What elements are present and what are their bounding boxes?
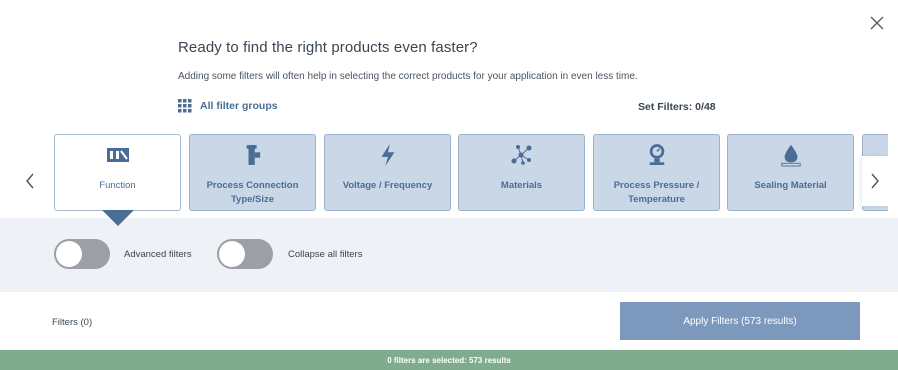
filters-count: Filters (0) [52,317,93,328]
tile-label: Voltage / Frequency [342,180,433,191]
advanced-filters-toggle[interactable] [54,239,110,269]
process-connection-icon [246,145,260,165]
chevron-left-icon [26,173,34,189]
tile-label: Function [99,180,136,191]
pressure-gauge-icon [649,144,664,165]
collapse-filters-toggle[interactable] [217,239,273,269]
carousel-next-button[interactable] [862,156,888,206]
filter-group-carousel: Function Process Connection Type/Size Vo… [54,134,888,212]
carousel-prev-button[interactable] [18,163,42,199]
tile-process-connection[interactable]: Process Connection Type/Size [189,134,316,211]
close-icon [870,16,884,30]
tile-label: Materials [500,180,543,191]
tile-label: Process Pressure / Temperature [613,180,700,205]
all-filter-groups-link[interactable]: All filter groups [178,99,278,113]
grid-icon [178,99,192,113]
tile-label: Sealing Material [754,180,827,191]
active-tile-pointer [102,210,134,226]
dialog-headline: Ready to find the right products even fa… [178,39,478,56]
apply-filters-button[interactable]: Apply Filters (573 results) [620,302,860,340]
drop-icon [780,144,801,167]
tile-process-pressure-temperature[interactable]: Process Pressure / Temperature [593,134,720,211]
close-button[interactable] [866,12,888,34]
all-filter-groups-label: All filter groups [200,100,278,112]
status-bar: 0 filters are selected: 573 results [0,350,898,370]
tile-sealing-material[interactable]: Sealing Material [727,134,854,211]
advanced-filters-label: Advanced filters [124,249,192,260]
chevron-right-icon [871,173,879,189]
tile-label: Process Connection Type/Size [206,180,299,205]
tile-voltage-frequency[interactable]: Voltage / Frequency [324,134,451,211]
set-filters-count: Set Filters: 0/48 [638,101,716,113]
tile-function[interactable]: Function [54,134,181,211]
collapse-filters-label: Collapse all filters [288,249,363,260]
tile-materials[interactable]: Materials [458,134,585,211]
molecule-icon [511,145,531,165]
lightning-icon [381,143,394,167]
dialog-subline: Adding some filters will often help in s… [178,71,638,82]
function-icon [106,148,129,162]
